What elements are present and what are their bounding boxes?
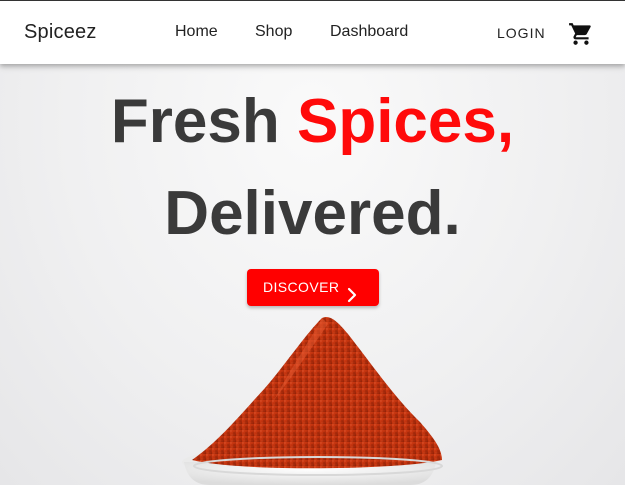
chevron-right-icon <box>345 280 359 303</box>
hero-headline-part1: Fresh <box>110 87 297 156</box>
hero-headline-line2: Delivered. <box>164 179 461 248</box>
nav-link-home[interactable]: Home <box>175 23 218 41</box>
discover-button-label: DISCOVER <box>263 279 340 295</box>
hero-headline-accent: Spices, <box>296 87 515 156</box>
nav-link-shop[interactable]: Shop <box>255 23 292 41</box>
login-button[interactable]: LOGIN <box>497 25 546 41</box>
top-navbar: Spiceez Home Shop Dashboard LOGIN <box>0 0 625 64</box>
discover-button[interactable]: DISCOVER <box>247 269 379 306</box>
chili-powder-image <box>170 310 480 485</box>
page: Spiceez Home Shop Dashboard LOGIN Fresh … <box>0 0 625 485</box>
shopping-cart-icon[interactable] <box>568 21 594 47</box>
hero-headline-line1: Fresh Spices, <box>0 86 625 158</box>
brand-logo[interactable]: Spiceez <box>24 21 97 44</box>
nav-link-dashboard[interactable]: Dashboard <box>330 23 408 41</box>
